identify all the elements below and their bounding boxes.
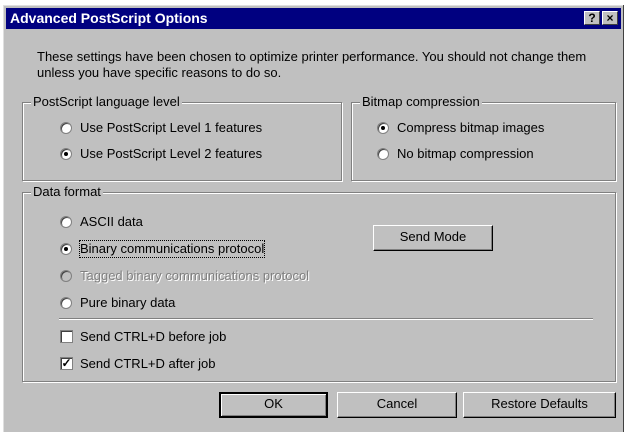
ascii-radio-circle [60,216,72,228]
compress-bitmap-radio-circle [377,122,389,134]
ascii-label: ASCII data [80,214,143,229]
data-format-legend: Data format [31,184,103,200]
level1-radio-circle [60,122,72,134]
no-compression-label: No bitmap compression [397,146,534,161]
bitmap-compression-legend: Bitmap compression [360,94,482,110]
tbcp-radio-circle [60,270,72,282]
bitmap-compression-group: Bitmap compression Compress bitmap image… [351,94,616,181]
pure-binary-radio-circle [60,297,72,309]
language-level-legend: PostScript language level [31,94,182,110]
ok-button[interactable]: OK [219,392,328,418]
data-format-group: Data format ASCII data Binary communicat… [22,184,616,382]
send-mode-button[interactable]: Send Mode [373,225,493,251]
close-icon[interactable]: × [602,11,618,25]
help-icon[interactable]: ? [584,11,600,25]
intro-text: These settings have been chosen to optim… [37,49,587,80]
cancel-button[interactable]: Cancel [337,392,457,418]
tbcp-label: Tagged binary communications protocol [80,268,310,283]
level1-label: Use PostScript Level 1 features [80,120,263,135]
ctrl-d-before-label: Send CTRL+D before job [80,329,227,344]
pure-binary-label: Pure binary data [80,295,176,310]
no-compression-radio-circle [377,148,389,160]
data-format-divider [59,318,593,320]
level2-radio-circle [60,148,72,160]
ctrl-d-after-label: Send CTRL+D after job [80,356,216,371]
compress-bitmap-label: Compress bitmap images [397,120,545,135]
dialog-window: Advanced PostScript Options ? × These se… [3,5,623,432]
title-bar[interactable]: Advanced PostScript Options ? × [6,8,621,29]
window-edge [623,5,624,432]
level2-label: Use PostScript Level 2 features [80,146,263,161]
bcp-radio-circle [60,243,72,255]
restore-defaults-button[interactable]: Restore Defaults [463,392,616,418]
bcp-label: Binary communications protocol [78,240,266,258]
dialog-title: Advanced PostScript Options [10,10,208,26]
check-mark-icon: ✓ [60,356,73,370]
ctrl-d-before-box [60,330,73,343]
language-level-group: PostScript language level Use PostScript… [22,94,342,181]
